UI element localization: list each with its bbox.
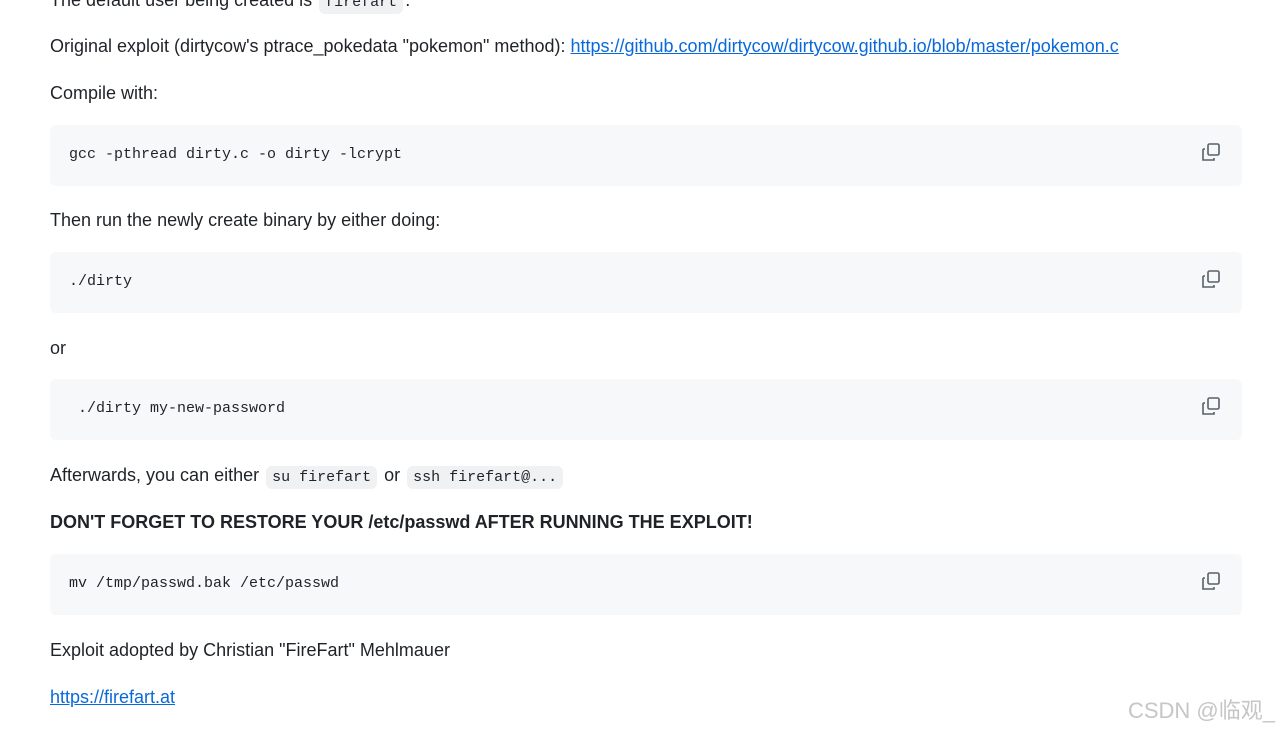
run-command-1: ./dirty bbox=[69, 273, 133, 290]
original-exploit-paragraph: Original exploit (dirtycow's ptrace_poke… bbox=[50, 34, 1119, 58]
copy-icon[interactable] bbox=[1200, 395, 1222, 417]
compile-label: Compile with: bbox=[50, 83, 159, 103]
afterwards-text: Afterwards, you can either bbox=[50, 465, 265, 485]
run-code-block-2: ./dirty my-new-password bbox=[50, 379, 1242, 440]
compile-command: gcc -pthread dirty.c -o dirty -lcrypt bbox=[69, 146, 403, 163]
intro-paragraph: The default user being created is firefa… bbox=[50, 0, 410, 15]
su-command: su firefart bbox=[266, 466, 378, 489]
copy-icon[interactable] bbox=[1200, 141, 1222, 163]
afterwards-paragraph: Afterwards, you can either su firefart o… bbox=[50, 463, 565, 490]
copy-icon[interactable] bbox=[1200, 268, 1222, 290]
csdn-watermark: CSDN @临观_ bbox=[1127, 698, 1275, 723]
intro-text: The default user being created is bbox=[50, 0, 318, 10]
run-code-block-1: ./dirty bbox=[50, 252, 1242, 313]
original-exploit-text: Original exploit (dirtycow's ptrace_poke… bbox=[50, 36, 571, 56]
warning-text: DON'T FORGET TO RESTORE YOUR /etc/passwd… bbox=[50, 512, 753, 532]
compile-code-block: gcc -pthread dirty.c -o dirty -lcrypt bbox=[50, 125, 1242, 186]
restore-code-block: mv /tmp/passwd.bak /etc/passwd bbox=[50, 554, 1242, 615]
run-command-2: ./dirty my-new-password bbox=[69, 400, 286, 417]
intro-suffix: . bbox=[405, 0, 411, 10]
copy-icon[interactable] bbox=[1200, 570, 1222, 592]
run-label: Then run the newly create binary by eith… bbox=[50, 210, 441, 230]
warning-heading: DON'T FORGET TO RESTORE YOUR /etc/passwd… bbox=[50, 510, 753, 534]
firefart-site-link[interactable]: https://firefart.at bbox=[50, 687, 175, 707]
credit-paragraph: Exploit adopted by Christian "FireFart" … bbox=[50, 640, 450, 660]
pokemon-link[interactable]: https://github.com/dirtycow/dirtycow.git… bbox=[570, 36, 1118, 56]
default-user-code: firefart bbox=[319, 0, 404, 14]
or-label: or bbox=[50, 338, 67, 358]
afterwards-or: or bbox=[379, 465, 406, 485]
site-link-paragraph: https://firefart.at bbox=[50, 685, 175, 709]
restore-command: mv /tmp/passwd.bak /etc/passwd bbox=[69, 575, 340, 592]
ssh-command: ssh firefart@... bbox=[407, 466, 564, 489]
